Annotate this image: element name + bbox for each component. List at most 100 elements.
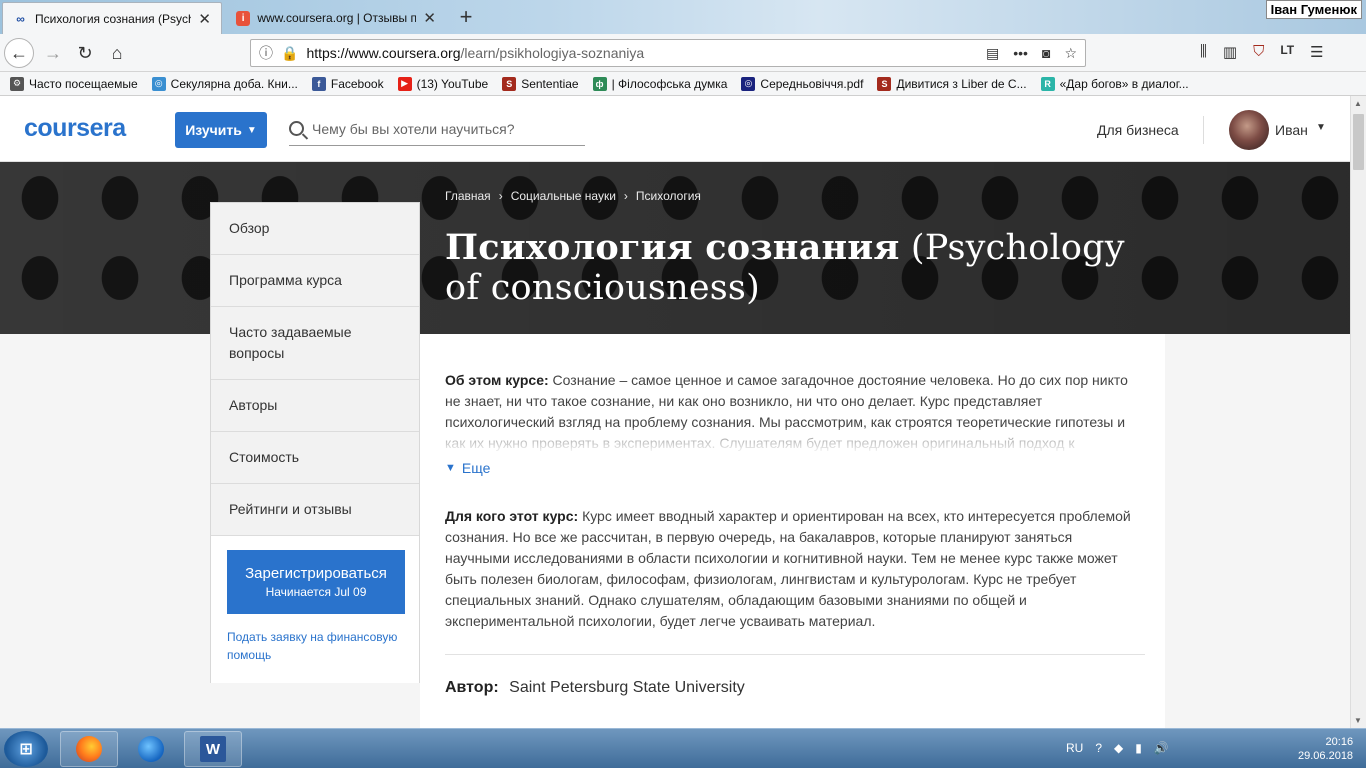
user-name[interactable]: Иван	[1275, 122, 1308, 138]
explore-button[interactable]: Изучить ▼	[175, 112, 267, 148]
bookmark-item[interactable]: ⚙ Часто посещаемые	[10, 76, 138, 91]
bookmark-item[interactable]: ◎ Секулярна доба. Кни...	[151, 76, 298, 91]
pocket-icon[interactable]: ◙	[1042, 45, 1050, 62]
s-logo-icon: S	[502, 76, 517, 91]
tab-title: www.coursera.org | Отзывы по	[257, 11, 417, 25]
breadcrumb-home[interactable]: Главная	[445, 189, 491, 203]
new-tab-button[interactable]: +	[452, 2, 480, 32]
coursera-logo[interactable]: coursera	[24, 114, 126, 143]
bookmark-item[interactable]: ▶ (13) YouTube	[397, 76, 488, 91]
close-tab-icon[interactable]: ✕	[198, 10, 211, 28]
taskbar-browser[interactable]	[122, 731, 180, 767]
reader-view-icon[interactable]: ▤	[986, 45, 999, 62]
irecommend-favicon-icon: i	[236, 10, 251, 26]
home-button[interactable]: ⌂	[102, 38, 132, 68]
bookmark-label: Секулярна доба. Кни...	[170, 76, 298, 91]
menu-icon[interactable]: ☰	[1310, 43, 1323, 61]
enroll-panel: Зарегистрироваться Начинается Jul 09 Под…	[211, 536, 419, 683]
tray-app-icon[interactable]: ◆	[1114, 741, 1123, 755]
bookmark-label: | Філософська думка	[611, 76, 728, 91]
reload-icon: ↻	[77, 42, 93, 63]
tab-irecommend[interactable]: i www.coursera.org | Отзывы по ✕	[226, 2, 446, 34]
library-icon[interactable]: ⫼	[1200, 43, 1207, 61]
bookmark-label: Часто посещаемые	[29, 76, 138, 91]
network-icon[interactable]: ▮	[1135, 741, 1142, 755]
browser-titlebar: ∞ Психология сознания (Psycho ✕ i www.co…	[0, 0, 1366, 34]
start-button[interactable]: ⊞	[4, 731, 48, 767]
caret-down-icon[interactable]: ▼	[1316, 122, 1326, 133]
arrow-right-icon: →	[44, 42, 62, 63]
languagetool-icon[interactable]: LT	[1280, 43, 1294, 61]
s-logo-icon: S	[877, 76, 892, 91]
show-more-button[interactable]: ▼ Еще	[445, 460, 1140, 476]
scroll-down-icon[interactable]: ▼	[1354, 716, 1362, 725]
enroll-button[interactable]: Зарегистрироваться Начинается Jul 09	[227, 550, 405, 614]
taskbar-firefox[interactable]	[60, 731, 118, 767]
breadcrumb-psychology[interactable]: Психология	[636, 189, 701, 203]
firefox-icon	[76, 736, 102, 762]
bookmark-item[interactable]: S Дивитися з Liber de C...	[877, 76, 1027, 91]
info-icon[interactable]: ⓘ	[259, 43, 273, 63]
bookmark-item[interactable]: S Sententiae	[502, 76, 579, 91]
reload-button[interactable]: ↻	[70, 38, 100, 68]
sidenav-item-overview[interactable]: Обзор	[211, 203, 419, 255]
divider	[445, 654, 1145, 655]
gear-icon: ⚙	[10, 76, 24, 91]
bookmark-item[interactable]: ◎ Середньовіччя.pdf	[741, 76, 863, 91]
ublock-icon[interactable]: ⛉	[1253, 43, 1264, 61]
os-user-label: Іван Гуменюк	[1265, 0, 1362, 19]
search-box[interactable]	[289, 112, 585, 146]
author-line: Автор: Saint Petersburg State University	[445, 679, 1140, 697]
bookmark-item[interactable]: f Facebook	[311, 76, 384, 91]
site-header: coursera Изучить ▼ Для бизнеса Иван ▼	[0, 96, 1350, 162]
page-scrollbar[interactable]: ▲ ▼	[1350, 96, 1366, 728]
explore-label: Изучить	[185, 122, 242, 138]
breadcrumb: Главная › Социальные науки › Психология	[445, 189, 701, 203]
avatar[interactable]	[1229, 110, 1269, 150]
search-input[interactable]	[312, 120, 572, 137]
enroll-label: Зарегистрироваться	[245, 565, 387, 582]
financial-aid-link[interactable]: Подать заявку на финансовую помощь	[227, 628, 403, 664]
chevron-down-icon: ▼	[246, 124, 257, 136]
sidenav-item-faq[interactable]: Часто задаваемые вопросы	[211, 307, 419, 380]
home-icon: ⌂	[111, 42, 123, 63]
close-tab-icon[interactable]: ✕	[423, 9, 436, 27]
breadcrumb-social-sciences[interactable]: Социальные науки	[511, 189, 616, 203]
taskbar-word[interactable]: W	[184, 731, 242, 767]
about-label: Об этом курсе:	[445, 372, 549, 388]
course-content: Об этом курсе: Сознание – самое ценное и…	[420, 334, 1165, 728]
sidenav-item-authors[interactable]: Авторы	[211, 380, 419, 432]
author-name[interactable]: Saint Petersburg State University	[509, 679, 745, 696]
bookmark-label: Sententiae	[521, 76, 579, 91]
volume-icon[interactable]: 🔊	[1154, 741, 1169, 755]
system-tray: RU ? ◆ ▮ 🔊	[1066, 741, 1169, 755]
search-icon	[289, 121, 304, 136]
language-indicator[interactable]: RU	[1066, 741, 1083, 755]
lock-icon: 🔒	[281, 44, 299, 61]
more-actions-icon[interactable]: •••	[1013, 45, 1028, 62]
bookmark-star-icon[interactable]: ☆	[1064, 45, 1077, 62]
clock-date: 29.06.2018	[1298, 750, 1354, 762]
bookmark-item[interactable]: R «Дар богов» в диалог...	[1040, 76, 1189, 91]
sidenav-item-price[interactable]: Стоимость	[211, 432, 419, 484]
chevron-right-icon: ›	[623, 189, 628, 203]
show-more-label: Еще	[461, 460, 491, 476]
header-divider	[1203, 116, 1204, 144]
sidenav-item-syllabus[interactable]: Программа курса	[211, 255, 419, 307]
bookmark-item[interactable]: ф | Філософська думка	[592, 76, 728, 91]
help-icon[interactable]: ?	[1095, 741, 1102, 755]
sidebar-icon[interactable]: ▥	[1223, 43, 1237, 61]
scroll-up-icon[interactable]: ▲	[1354, 99, 1362, 108]
globe-icon: ◎	[741, 76, 756, 91]
business-link[interactable]: Для бизнеса	[1097, 122, 1179, 138]
title-main: Психология сознания	[445, 227, 900, 268]
tab-coursera[interactable]: ∞ Психология сознания (Psycho ✕	[2, 2, 222, 34]
forward-button[interactable]: →	[38, 38, 68, 68]
clock[interactable]: 20:16 29.06.2018	[1298, 735, 1353, 763]
scrollbar-thumb[interactable]	[1353, 114, 1364, 170]
sidenav-item-reviews[interactable]: Рейтинги и отзывы	[211, 484, 419, 536]
back-button[interactable]: ←	[4, 38, 34, 68]
about-section: Об этом курсе: Сознание – самое ценное и…	[445, 370, 1140, 454]
author-label: Автор:	[445, 679, 499, 696]
url-bar[interactable]: ⓘ 🔒 https://www.coursera.org/learn/psikh…	[250, 39, 1086, 67]
